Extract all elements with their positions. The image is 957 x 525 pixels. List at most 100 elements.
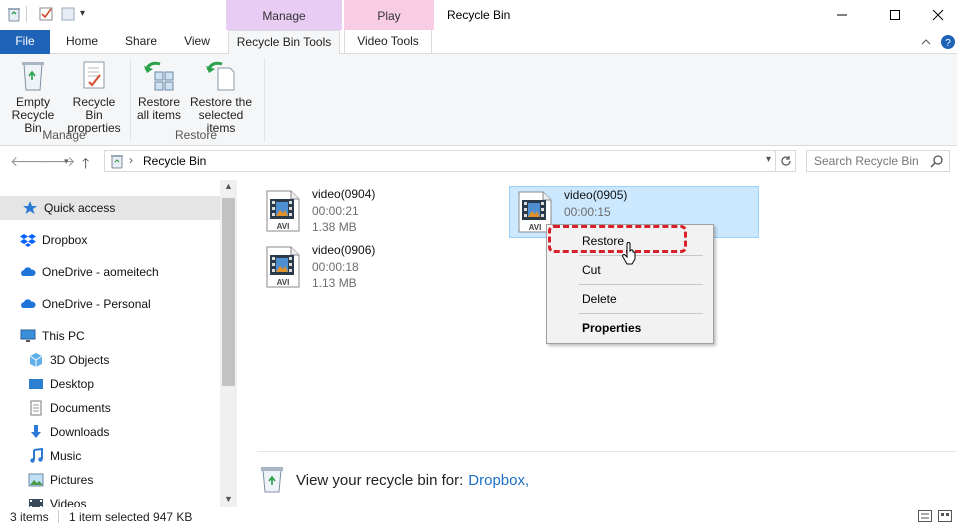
tab-recycle-bin-tools[interactable]: Recycle Bin Tools bbox=[228, 30, 340, 55]
forward-arrow-icon[interactable]: 🡒 bbox=[38, 153, 76, 170]
divider bbox=[257, 451, 957, 452]
nav-label: Dropbox bbox=[42, 233, 88, 247]
menu-separator bbox=[579, 313, 703, 314]
tab-video-tools[interactable]: Video Tools bbox=[344, 30, 432, 54]
recycle-bin-icon[interactable] bbox=[6, 6, 22, 22]
avi-file-icon: AVI bbox=[266, 246, 300, 288]
minimize-icon bbox=[837, 14, 847, 16]
nav-label: Quick access bbox=[44, 201, 116, 215]
file-duration: 00:00:21 bbox=[312, 204, 359, 218]
help-icon[interactable]: ? bbox=[940, 34, 956, 50]
menu-separator bbox=[579, 255, 703, 256]
recent-locations-icon[interactable]: ▾ bbox=[64, 156, 69, 167]
menu-separator bbox=[579, 284, 703, 285]
nav-item-documents[interactable]: Documents bbox=[0, 396, 220, 420]
nav-label: Pictures bbox=[50, 473, 94, 487]
restore-highlight-box bbox=[548, 225, 687, 253]
nav-item-downloads[interactable]: Downloads bbox=[0, 420, 220, 444]
customize-toolbar-icon[interactable]: ▾ bbox=[80, 6, 96, 22]
file-name: video(0905) bbox=[564, 188, 628, 202]
minimize-button[interactable] bbox=[819, 0, 865, 30]
file-name: video(0904) bbox=[312, 187, 376, 201]
divider bbox=[26, 6, 27, 22]
breadcrumb-chevron-icon[interactable]: › bbox=[129, 153, 133, 167]
new-folder-icon[interactable] bbox=[60, 6, 76, 22]
recycle-bin-footer-icon bbox=[258, 464, 286, 497]
ribbon: Empty Recycle Bin Recycle Bin properties… bbox=[0, 54, 957, 146]
refresh-button[interactable] bbox=[776, 150, 796, 172]
onedrive-icon bbox=[20, 264, 36, 280]
nav-item-dropbox[interactable]: Dropbox bbox=[0, 228, 220, 252]
file-size: 1.13 MB bbox=[312, 276, 357, 290]
close-icon bbox=[932, 9, 944, 21]
onedrive-icon bbox=[20, 296, 36, 312]
download-icon bbox=[28, 424, 44, 440]
tab-view[interactable]: View bbox=[174, 30, 220, 54]
nav-item-3d-objects[interactable]: 3D Objects bbox=[0, 348, 220, 372]
manage-context-group: Manage bbox=[226, 0, 342, 30]
dropbox-icon bbox=[20, 232, 36, 248]
nav-label: Videos bbox=[50, 497, 87, 507]
manage-group-label: Manage bbox=[42, 128, 86, 142]
file-item[interactable]: AVI video(0904) 00:00:21 1.38 MB bbox=[258, 186, 508, 238]
ribbon-separator bbox=[130, 58, 131, 142]
menu-item-properties[interactable]: Properties bbox=[549, 317, 711, 339]
nav-item-onedrive-personal[interactable]: OneDrive - Personal bbox=[0, 292, 220, 316]
restore-group-label: Restore bbox=[174, 128, 218, 142]
restore-all-icon bbox=[142, 58, 176, 92]
details-view-icon[interactable] bbox=[918, 510, 932, 525]
properties-check-icon[interactable] bbox=[38, 6, 54, 22]
address-bar[interactable]: › Recycle Bin ▾ bbox=[104, 150, 776, 172]
up-arrow-icon[interactable]: 🡑 bbox=[82, 153, 89, 177]
scroll-down-icon[interactable]: ▼ bbox=[224, 494, 233, 504]
tab-home[interactable]: Home bbox=[56, 30, 108, 54]
music-icon bbox=[28, 447, 44, 464]
nav-item-quick-access[interactable]: Quick access bbox=[0, 196, 220, 220]
pictures-icon bbox=[28, 472, 44, 488]
ribbon-tab-bar: File Home Share View Recycle Bin Tools V… bbox=[0, 30, 957, 55]
nav-item-desktop[interactable]: Desktop bbox=[0, 372, 220, 396]
nav-item-music[interactable]: Music bbox=[0, 444, 220, 468]
breadcrumb[interactable]: Recycle Bin bbox=[143, 154, 206, 168]
menu-item-delete[interactable]: Delete bbox=[549, 288, 711, 310]
file-duration: 00:00:15 bbox=[564, 205, 611, 219]
search-input[interactable]: Search Recycle Bin bbox=[814, 154, 919, 168]
scrollbar-thumb[interactable] bbox=[222, 198, 235, 386]
maximize-button[interactable] bbox=[872, 0, 918, 30]
nav-item-pictures[interactable]: Pictures bbox=[0, 468, 220, 492]
nav-item-this-pc[interactable]: This PC bbox=[0, 324, 220, 348]
empty-recycle-bin-button[interactable]: Empty Recycle Bin bbox=[4, 58, 62, 135]
nav-item-videos[interactable]: Videos bbox=[0, 492, 220, 507]
address-dropdown-icon[interactable]: ▾ bbox=[766, 154, 771, 165]
maximize-icon bbox=[890, 10, 900, 20]
svg-text:AVI: AVI bbox=[277, 278, 290, 287]
tiles-view-icon[interactable] bbox=[938, 510, 952, 525]
file-item[interactable]: AVI video(0906) 00:00:18 1.13 MB bbox=[258, 242, 508, 294]
nav-item-onedrive-aomeitech[interactable]: OneDrive - aomeitech bbox=[0, 260, 220, 284]
file-duration: 00:00:18 bbox=[312, 260, 359, 274]
title-bar: ▾ Manage Play Recycle Bin bbox=[0, 0, 957, 30]
nav-label: Music bbox=[50, 449, 82, 463]
restore-all-label-2: all items bbox=[136, 108, 181, 122]
collapse-ribbon-icon[interactable] bbox=[918, 34, 934, 50]
search-icon[interactable] bbox=[930, 154, 944, 171]
scroll-up-icon[interactable]: ▲ bbox=[224, 181, 233, 191]
restore-all-items-button[interactable]: Restore all items bbox=[134, 58, 184, 122]
tab-file[interactable]: File bbox=[0, 30, 50, 54]
close-button[interactable] bbox=[915, 0, 957, 30]
mouse-cursor-icon bbox=[622, 241, 638, 268]
svg-text:AVI: AVI bbox=[529, 223, 542, 232]
empty-recycle-bin-icon bbox=[16, 58, 50, 92]
avi-file-icon: AVI bbox=[266, 190, 300, 232]
nav-label: Downloads bbox=[50, 425, 110, 439]
videos-icon bbox=[28, 496, 44, 507]
properties-icon bbox=[77, 58, 111, 92]
nav-pane-scrollbar[interactable]: ▲ ▼ bbox=[220, 180, 237, 507]
restore-selected-icon bbox=[204, 58, 238, 92]
restore-selected-items-button[interactable]: Restore the selected items bbox=[184, 58, 258, 135]
tab-share[interactable]: Share bbox=[116, 30, 166, 54]
dropbox-link[interactable]: Dropbox, bbox=[468, 472, 529, 489]
recycle-bin-properties-button[interactable]: Recycle Bin properties bbox=[64, 58, 124, 135]
search-box[interactable]: Search Recycle Bin bbox=[806, 150, 950, 172]
recycle-bin-small-icon bbox=[109, 153, 125, 172]
